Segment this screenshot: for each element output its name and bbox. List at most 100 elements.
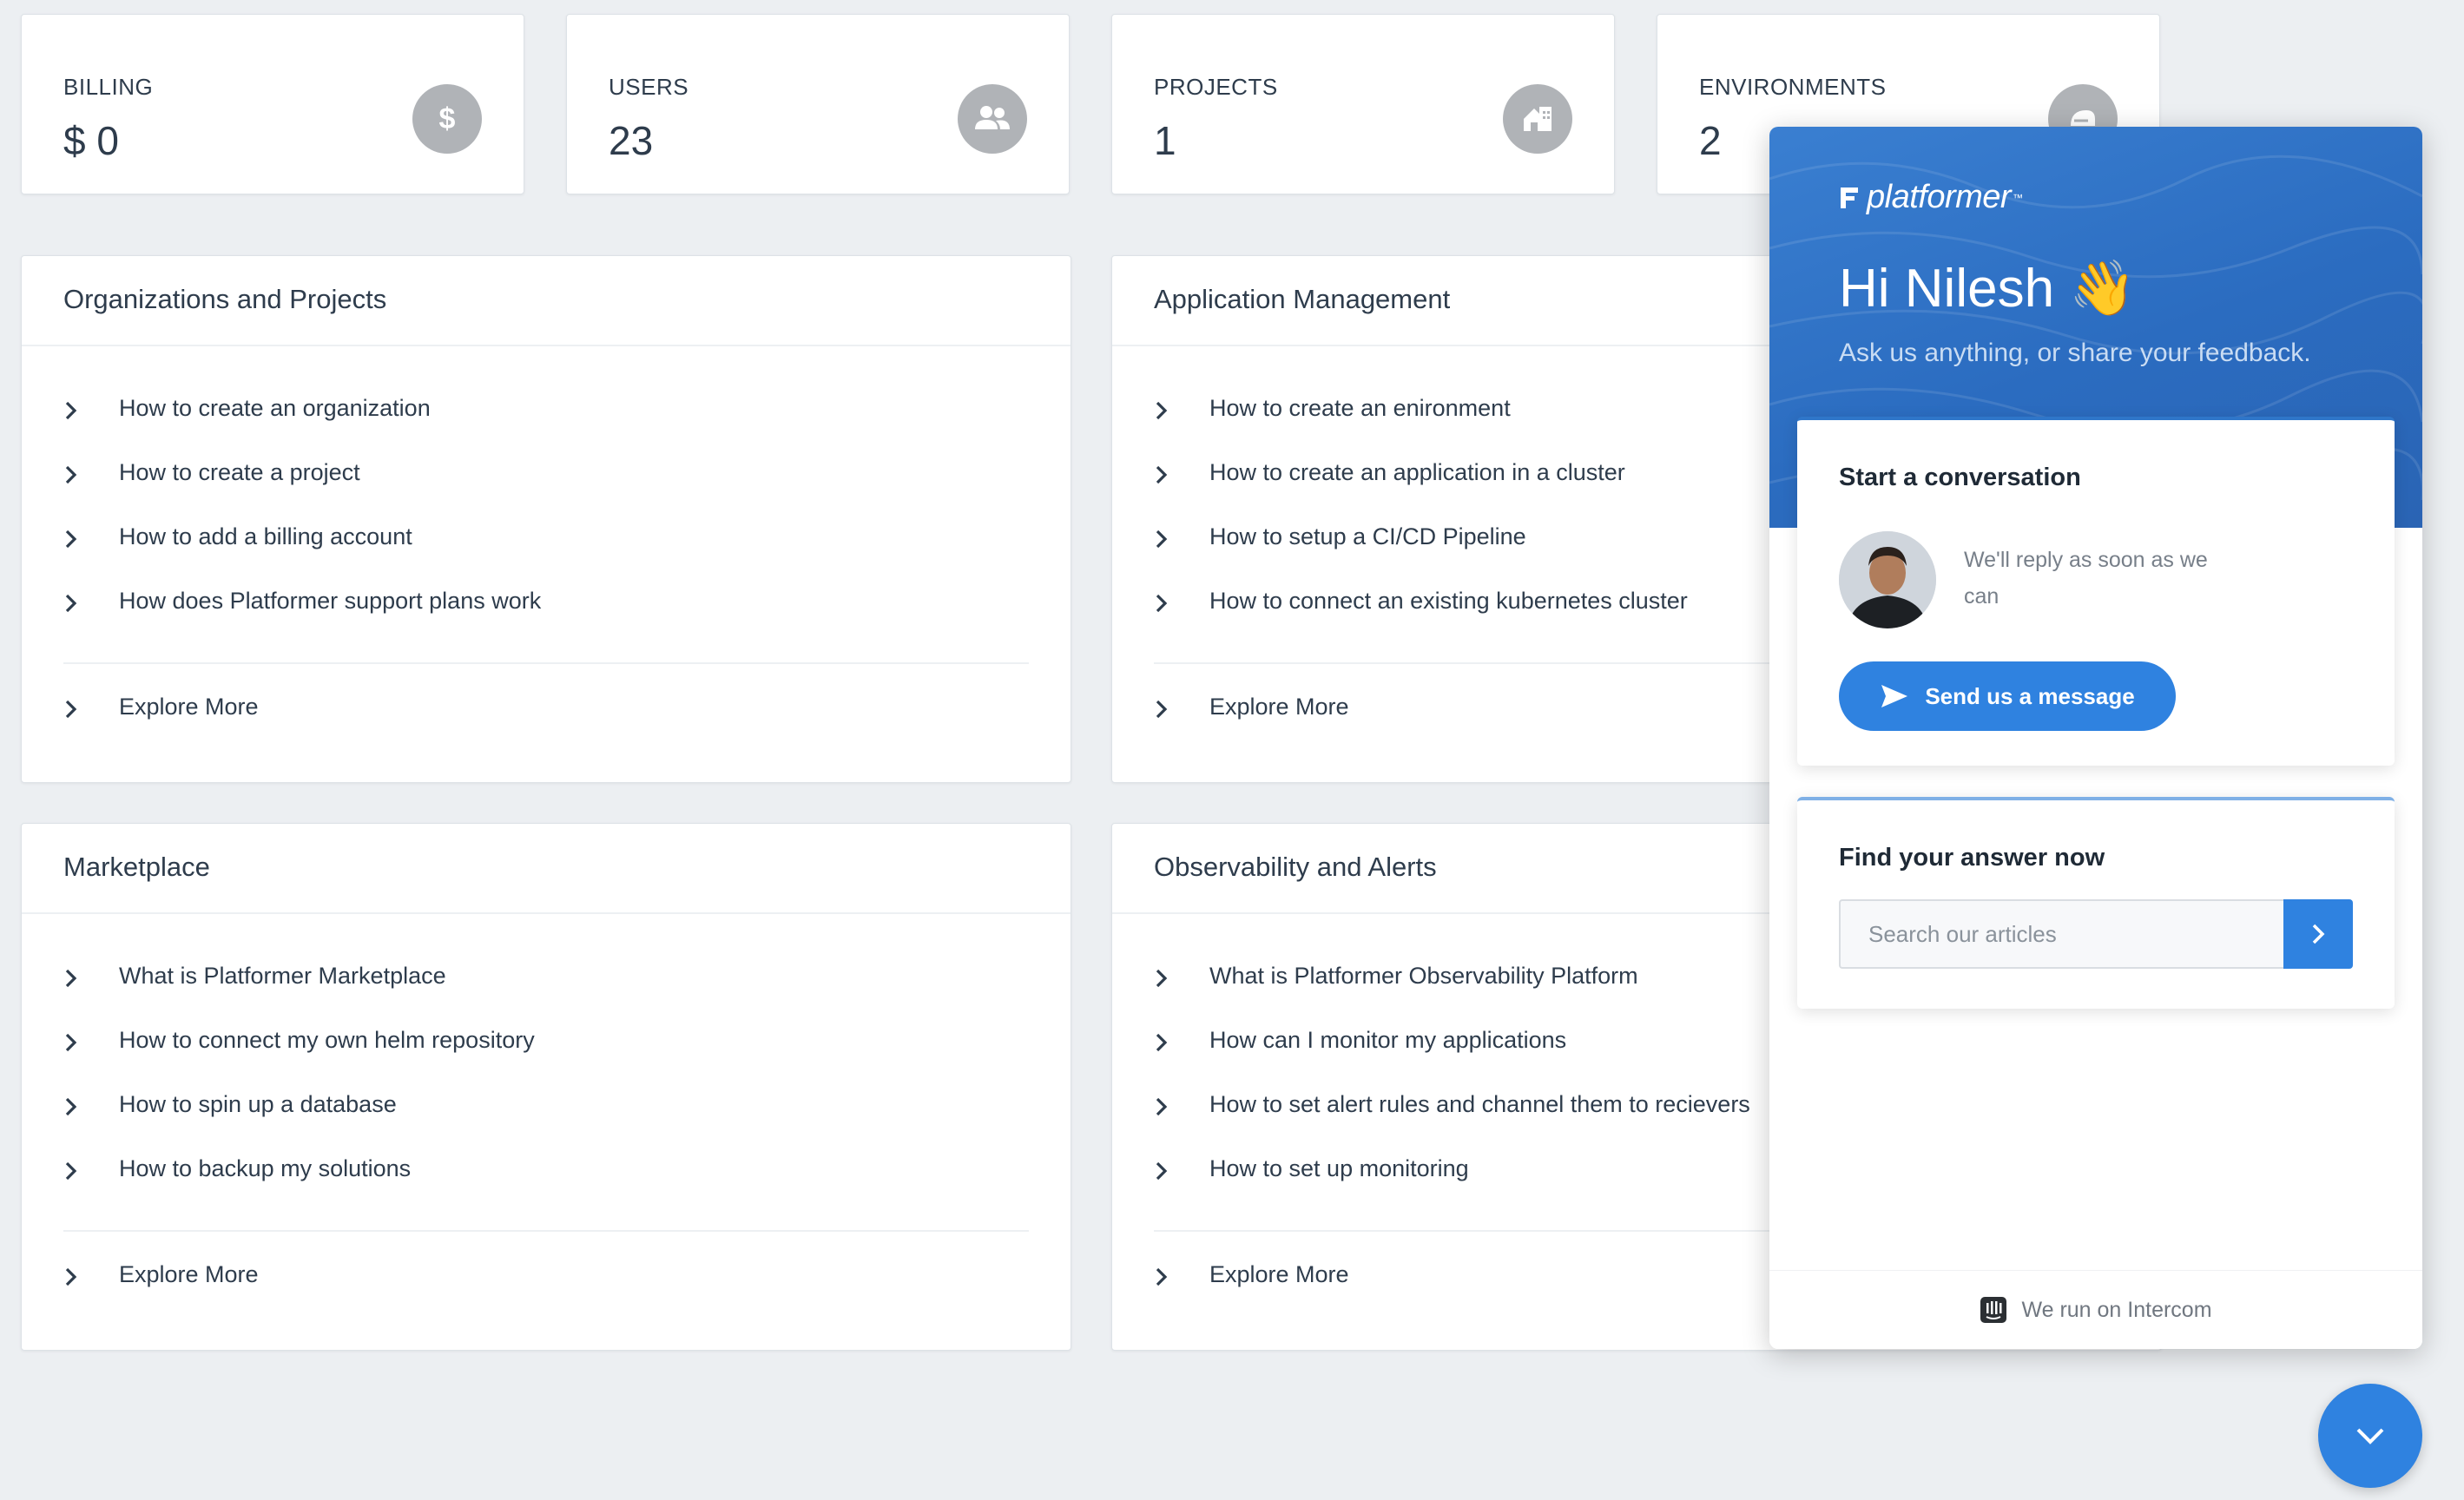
send-message-label: Send us a message <box>1925 682 2135 709</box>
users-value: 23 <box>609 118 654 163</box>
start-conversation-card: Start a conversation We'll reply as soon… <box>1797 417 2395 766</box>
brand-trademark: ™ <box>2013 191 2024 204</box>
platformer-logo: platformer ™ <box>1839 179 2023 216</box>
users-card: USERS 23 <box>566 14 1070 194</box>
chevron-right-icon <box>1154 523 1209 549</box>
help-link[interactable]: How to connect my own helm repository <box>63 1027 535 1091</box>
divider <box>63 1230 1029 1232</box>
chevron-right-icon <box>2312 924 2325 944</box>
marketplace-panel: Marketplace What is Platformer Marketpla… <box>21 823 1071 1351</box>
intercom-icon <box>1980 1297 2007 1323</box>
help-link-label: How to set alert rules and channel them … <box>1209 1091 1750 1117</box>
help-link-label: How to connect an existing kubernetes cl… <box>1209 588 1688 614</box>
chevron-right-icon <box>1154 588 1209 614</box>
help-link-label: How to spin up a database <box>119 1091 397 1117</box>
help-link[interactable]: What is Platformer Observability Platfor… <box>1154 963 1750 1027</box>
explore-more-label: Explore More <box>119 1261 259 1287</box>
explore-more-link[interactable]: Explore More <box>1154 694 1349 758</box>
intercom-footer-label: We run on Intercom <box>2021 1297 2212 1322</box>
help-link-label: How to create an application in a cluste… <box>1209 459 1625 485</box>
panel-title: Observability and Alerts <box>1154 852 1437 882</box>
organizations-panel: Organizations and Projects How to create… <box>21 255 1071 783</box>
chevron-right-icon <box>63 1261 119 1287</box>
card-title: Start a conversation <box>1839 464 2081 491</box>
chevron-right-icon <box>1154 395 1209 421</box>
help-link-list: How to create an enironment How to creat… <box>1154 395 1688 652</box>
projects-card: PROJECTS 1 <box>1111 14 1615 194</box>
send-icon <box>1881 685 1908 707</box>
projects-value: 1 <box>1154 118 1176 163</box>
explore-more-link[interactable]: Explore More <box>63 1261 259 1326</box>
greeting-heading: Hi Nilesh 👋 <box>1839 259 2137 319</box>
search-submit-button[interactable] <box>2283 899 2353 969</box>
explore-more-label: Explore More <box>1209 1261 1349 1287</box>
explore-more-link[interactable]: Explore More <box>63 694 259 758</box>
help-link-label: What is Platformer Observability Platfor… <box>1209 963 1638 989</box>
platformer-logo-icon <box>1841 187 1858 208</box>
svg-text:$: $ <box>439 102 456 135</box>
avatar <box>1839 531 1936 628</box>
explore-more-label: Explore More <box>1209 694 1349 720</box>
find-answer-card: Find your answer now <box>1797 797 2395 1009</box>
chevron-right-icon <box>63 1155 119 1181</box>
help-link-list: How to create an organization How to cre… <box>63 395 541 652</box>
billing-label: BILLING <box>63 74 154 100</box>
help-link[interactable]: How to spin up a database <box>63 1091 535 1155</box>
chevron-right-icon <box>63 588 119 614</box>
billing-value: $ 0 <box>63 118 119 163</box>
messenger-close-button[interactable] <box>2318 1384 2422 1488</box>
chevron-right-icon <box>1154 963 1209 989</box>
help-link[interactable]: How to backup my solutions <box>63 1155 535 1220</box>
environments-value: 2 <box>1699 118 1722 163</box>
intercom-messenger: platformer ™ Hi Nilesh 👋 Ask us anything,… <box>1769 127 2422 1349</box>
chevron-right-icon <box>1154 1091 1209 1117</box>
help-link-label: How to backup my solutions <box>119 1155 412 1181</box>
billing-card: BILLING $ 0 $ <box>21 14 524 194</box>
help-link[interactable]: How to create an enironment <box>1154 395 1688 459</box>
users-label: USERS <box>609 74 689 100</box>
panel-title: Marketplace <box>63 852 210 882</box>
send-message-button[interactable]: Send us a message <box>1839 661 2176 731</box>
card-title: Find your answer now <box>1839 844 2105 872</box>
help-link[interactable]: How to set alert rules and channel them … <box>1154 1091 1750 1155</box>
help-link-label: How to create an organization <box>119 395 431 421</box>
panel-title: Organizations and Projects <box>63 284 387 314</box>
intercom-footer[interactable]: We run on Intercom <box>1769 1270 2422 1349</box>
help-link-label: What is Platformer Marketplace <box>119 963 446 989</box>
help-link[interactable]: How to create a project <box>63 459 541 523</box>
chevron-right-icon <box>1154 1261 1209 1287</box>
explore-more-link[interactable]: Explore More <box>1154 1261 1349 1326</box>
explore-more-label: Explore More <box>119 694 259 720</box>
help-link-label: How does Platformer support plans work <box>119 588 542 614</box>
help-link-label: How to set up monitoring <box>1209 1155 1469 1181</box>
projects-label: PROJECTS <box>1154 74 1278 100</box>
help-link[interactable]: How can I monitor my applications <box>1154 1027 1750 1091</box>
help-link-label: How to setup a CI/CD Pipeline <box>1209 523 1526 549</box>
chevron-right-icon <box>1154 1027 1209 1053</box>
chevron-right-icon <box>1154 459 1209 485</box>
help-link[interactable]: How to create an application in a cluste… <box>1154 459 1688 523</box>
help-link[interactable]: What is Platformer Marketplace <box>63 963 535 1027</box>
chevron-right-icon <box>63 1091 119 1117</box>
help-link[interactable]: How to set up monitoring <box>1154 1155 1750 1220</box>
help-link[interactable]: How to setup a CI/CD Pipeline <box>1154 523 1688 588</box>
users-icon <box>958 84 1027 154</box>
help-link[interactable]: How to add a billing account <box>63 523 541 588</box>
help-link[interactable]: How to connect an existing kubernetes cl… <box>1154 588 1688 652</box>
chevron-right-icon <box>63 963 119 989</box>
help-link[interactable]: How to create an organization <box>63 395 541 459</box>
reply-time-text: We'll reply as soon as we can <box>1964 548 2208 609</box>
environments-label: ENVIRONMENTS <box>1699 74 1887 100</box>
help-link-label: How to create a project <box>119 459 360 485</box>
help-link[interactable]: How does Platformer support plans work <box>63 588 541 652</box>
chevron-right-icon <box>63 523 119 549</box>
panel-title: Application Management <box>1154 284 1451 314</box>
chevron-right-icon <box>63 1027 119 1053</box>
chevron-right-icon <box>63 395 119 421</box>
chevron-down-icon <box>2356 1428 2384 1444</box>
chevron-right-icon <box>1154 1155 1209 1181</box>
chevron-right-icon <box>63 694 119 720</box>
chevron-right-icon <box>63 459 119 485</box>
article-search-input[interactable] <box>1839 899 2283 969</box>
chevron-right-icon <box>1154 694 1209 720</box>
